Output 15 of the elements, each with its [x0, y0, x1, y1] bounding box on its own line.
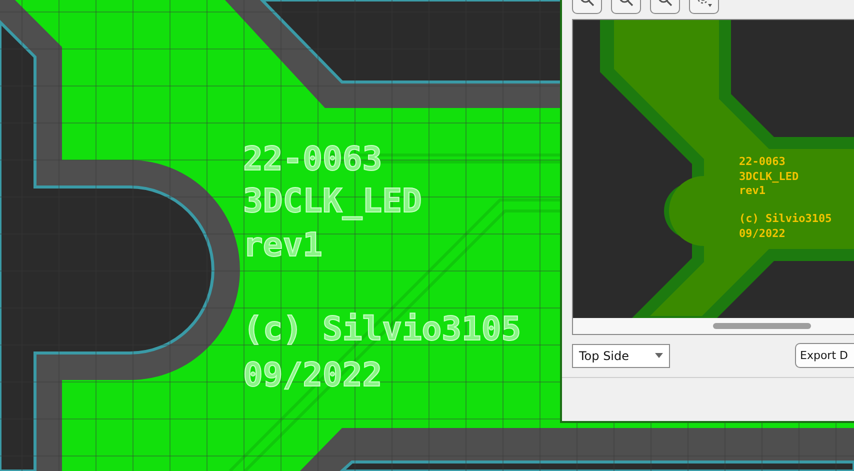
silkscreen-text: 3DCLK_LED [243, 181, 422, 220]
silkscreen-text: rev1 [739, 184, 766, 197]
export-button[interactable]: Export D [795, 343, 854, 368]
silkscreen-text: 09/2022 [739, 227, 786, 240]
silkscreen-text: 22-0063 [243, 139, 382, 178]
silkscreen-text: (c) Silvio3105 [739, 212, 832, 225]
scrollbar-thumb[interactable] [713, 323, 811, 329]
silkscreen-text: (c) Silvio3105 [243, 309, 522, 348]
silkscreen-text: 22-0063 [739, 155, 786, 168]
horizontal-scrollbar[interactable] [573, 318, 854, 334]
dropdown-arrow-icon [655, 353, 663, 358]
silkscreen-text: rev1 [243, 225, 322, 264]
silkscreen-text: 09/2022 [243, 355, 382, 394]
side-select[interactable]: Top Side [572, 344, 670, 368]
silkscreen-text: 3DCLK_LED [739, 170, 799, 183]
